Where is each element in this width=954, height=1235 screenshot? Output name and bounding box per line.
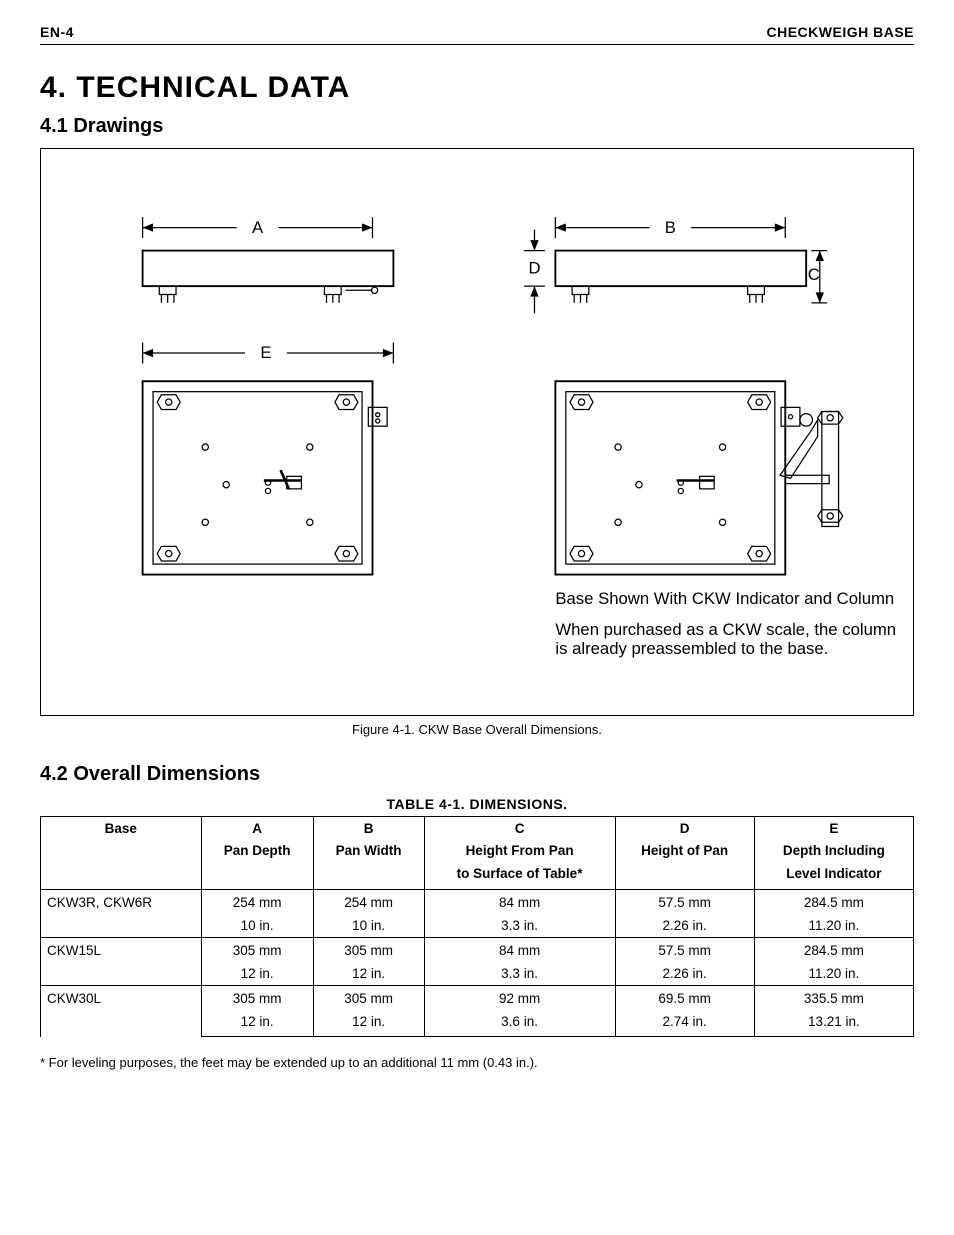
table-title: TABLE 4-1. DIMENSIONS.: [40, 796, 914, 812]
table-row: CKW3R, CKW6R 254 mm254 mm 84 mm57.5 mm 2…: [41, 890, 914, 914]
col-C: C: [424, 816, 615, 839]
subsection-drawings: 4.1 Drawings: [40, 115, 914, 138]
figure-frame: A E: [40, 148, 914, 716]
col-E-sub1: Depth Including: [754, 839, 913, 862]
col-A: A: [201, 816, 313, 839]
col-C-sub2: to Surface of Table*: [424, 862, 615, 889]
col-B: B: [313, 816, 424, 839]
col-E: E: [754, 816, 913, 839]
dim-label-E: E: [260, 343, 271, 362]
section-title: 4. TECHNICAL DATA: [40, 71, 914, 105]
dimensions-table: Base A B C D E Pan Depth Pan Width Heigh…: [40, 816, 914, 1038]
subsection-dimensions: 4.2 Overall Dimensions: [40, 763, 914, 786]
dim-label-C: C: [808, 265, 820, 284]
dim-label-D: D: [528, 259, 540, 278]
col-base: Base: [41, 816, 202, 839]
col-D-sub: Height of Pan: [615, 839, 754, 862]
col-D: D: [615, 816, 754, 839]
figure-caption: Figure 4-1. CKW Base Overall Dimensions.: [40, 722, 914, 737]
header-right: CHECKWEIGH BASE: [766, 24, 914, 40]
col-E-sub2: Level Indicator: [754, 862, 913, 889]
page-header: EN-4 CHECKWEIGH BASE: [40, 24, 914, 45]
dim-label-B: B: [665, 218, 676, 237]
table-row: CKW30L 305 mm305 mm 92 mm69.5 mm 335.5 m…: [41, 985, 914, 1009]
figure-note-2b: is already preassembled to the base.: [555, 639, 828, 658]
figure-note-2a: When purchased as a CKW scale, the colum…: [555, 620, 895, 639]
table-footnote: * For leveling purposes, the feet may be…: [40, 1055, 914, 1070]
col-B-sub: Pan Width: [313, 839, 424, 862]
dim-label-A: A: [252, 218, 264, 237]
dimensions-drawing: A E: [59, 167, 895, 690]
figure-note-1: Base Shown With CKW Indicator and Column…: [555, 589, 895, 608]
table-row: CKW15L 305 mm305 mm 84 mm57.5 mm 284.5 m…: [41, 937, 914, 961]
header-left: EN-4: [40, 24, 74, 40]
col-A-sub: Pan Depth: [201, 839, 313, 862]
col-C-sub1: Height From Pan: [424, 839, 615, 862]
